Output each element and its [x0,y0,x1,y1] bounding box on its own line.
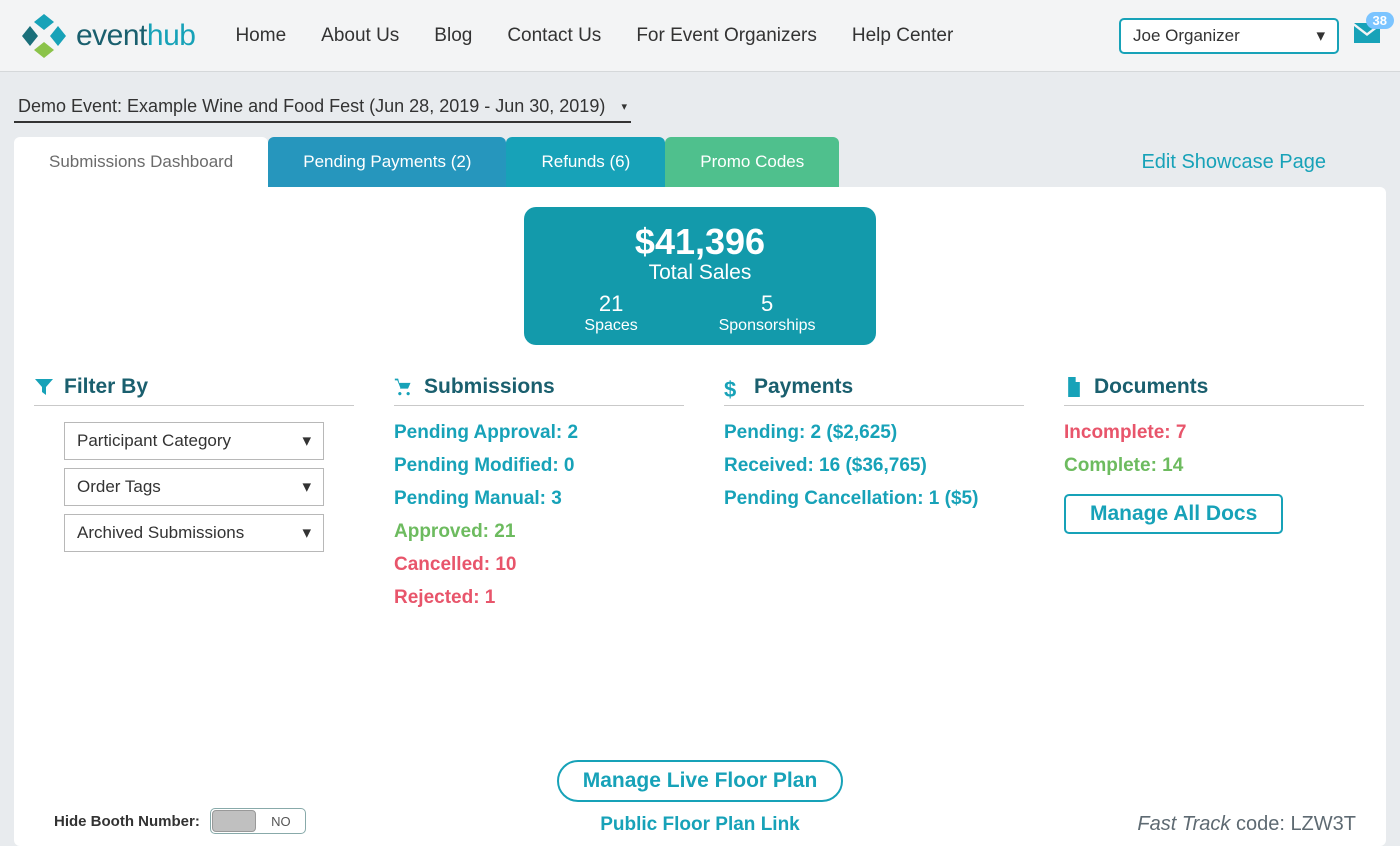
tabs-row: Submissions Dashboard Pending Payments (… [0,127,1400,187]
user-name: Joe Organizer [1133,26,1240,46]
participant-category-select[interactable]: Participant Category▾ [64,422,324,460]
nav-organizers[interactable]: For Event Organizers [636,25,817,47]
payments-header: $ Payments [724,375,1024,406]
nav-home[interactable]: Home [235,25,286,47]
public-floor-plan-link[interactable]: Public Floor Plan Link [600,814,800,836]
filter-column: Filter By Participant Category▾ Order Ta… [34,375,354,620]
logo-icon [20,12,68,60]
columns: Filter By Participant Category▾ Order Ta… [34,375,1366,620]
top-header: eventhub Home About Us Blog Contact Us F… [0,0,1400,72]
docs-incomplete-link[interactable]: Incomplete: 7 [1064,422,1364,444]
submissions-column: Submissions Pending Approval: 2 Pending … [394,375,684,620]
mail-button[interactable]: 38 [1354,22,1380,50]
payments-pending-cancel-link[interactable]: Pending Cancellation: 1 ($5) [724,488,1024,510]
total-sales-label: Total Sales [544,261,856,285]
tab-submissions-dashboard[interactable]: Submissions Dashboard [14,137,268,187]
sponsorships-count: 5 Sponsorships [719,291,816,335]
approved-link[interactable]: Approved: 21 [394,521,684,543]
user-dropdown[interactable]: Joe Organizer ▾ [1119,18,1339,54]
documents-header: Documents [1064,375,1364,406]
edit-showcase-link[interactable]: Edit Showcase Page [1141,137,1326,187]
nav-help[interactable]: Help Center [852,25,953,47]
logo-text: eventhub [76,19,195,53]
pending-modified-link[interactable]: Pending Modified: 0 [394,455,684,477]
chevron-down-icon: ▾ [1316,26,1325,46]
manage-floor-plan-button[interactable]: Manage Live Floor Plan [557,760,844,802]
bottom-area: Manage Live Floor Plan Public Floor Plan… [34,760,1366,836]
fast-track-code: Fast Track code: LZW3T [1137,813,1356,836]
nav-blog[interactable]: Blog [434,25,472,47]
totals-box: $41,396 Total Sales 21 Spaces 5 Sponsors… [524,207,876,345]
tabs: Submissions Dashboard Pending Payments (… [14,137,839,187]
dollar-icon: $ [724,377,744,397]
chevron-down-icon: ▾ [302,477,311,497]
payments-pending-link[interactable]: Pending: 2 ($2,625) [724,422,1024,444]
mail-count-badge: 38 [1366,12,1394,29]
rejected-link[interactable]: Rejected: 1 [394,587,684,609]
tab-refunds[interactable]: Refunds (6) [506,137,665,187]
tab-promo-codes[interactable]: Promo Codes [665,137,839,187]
event-selector[interactable]: Demo Event: Example Wine and Food Fest (… [14,92,631,123]
manage-all-docs-button[interactable]: Manage All Docs [1064,494,1283,534]
documents-column: Documents Incomplete: 7 Complete: 14 Man… [1064,375,1364,620]
payments-column: $ Payments Pending: 2 ($2,625) Received:… [724,375,1024,620]
logo[interactable]: eventhub [20,12,195,60]
cart-icon [394,377,414,397]
spaces-count: 21 Spaces [584,291,637,335]
pending-manual-link[interactable]: Pending Manual: 3 [394,488,684,510]
pending-approval-link[interactable]: Pending Approval: 2 [394,422,684,444]
toggle-knob [212,810,256,832]
nav-about[interactable]: About Us [321,25,399,47]
total-sales-amount: $41,396 [544,221,856,263]
chevron-down-icon: ▾ [615,100,627,113]
hide-booth-label: Hide Booth Number: [54,813,200,830]
event-name: Demo Event: Example Wine and Food Fest (… [18,96,605,117]
archived-submissions-select[interactable]: Archived Submissions▾ [64,514,324,552]
docs-complete-link[interactable]: Complete: 14 [1064,455,1364,477]
dashboard-panel: $41,396 Total Sales 21 Spaces 5 Sponsors… [14,187,1386,846]
filter-icon [34,377,54,397]
toggle-state: NO [257,809,305,833]
filter-header: Filter By [34,375,354,406]
hide-booth-toggle[interactable]: NO [210,808,306,834]
cancelled-link[interactable]: Cancelled: 10 [394,554,684,576]
event-row: Demo Event: Example Wine and Food Fest (… [0,72,1400,127]
tab-pending-payments[interactable]: Pending Payments (2) [268,137,506,187]
chevron-down-icon: ▾ [302,523,311,543]
chevron-down-icon: ▾ [302,431,311,451]
nav-contact[interactable]: Contact Us [507,25,601,47]
submissions-header: Submissions [394,375,684,406]
document-icon [1064,377,1084,397]
order-tags-select[interactable]: Order Tags▾ [64,468,324,506]
payments-received-link[interactable]: Received: 16 ($36,765) [724,455,1024,477]
main-nav: Home About Us Blog Contact Us For Event … [235,25,1119,47]
